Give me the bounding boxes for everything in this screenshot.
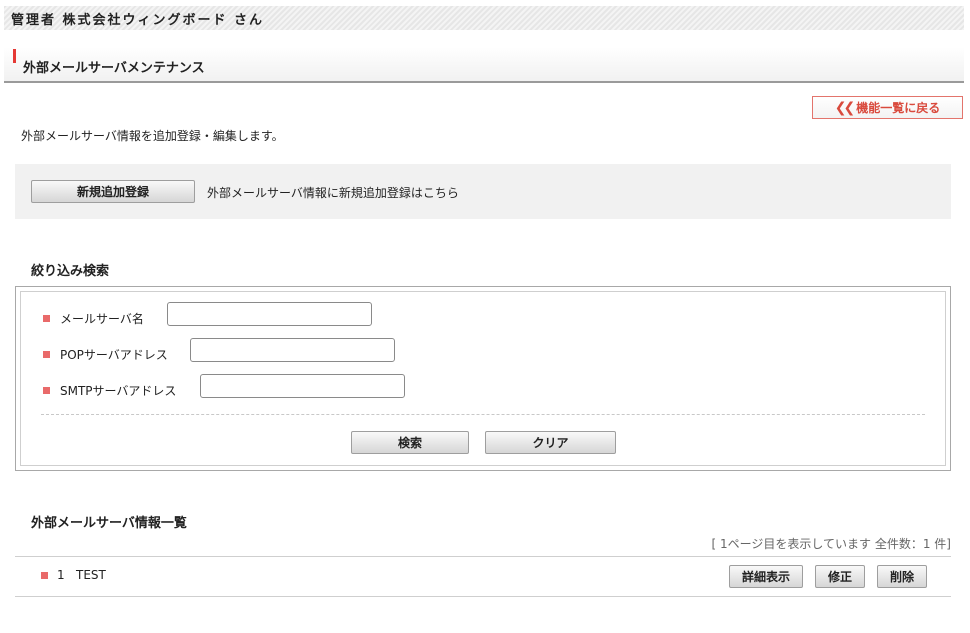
- back-to-menu-button[interactable]: ❮❮ 機能一覧に戻る: [812, 96, 963, 119]
- smtp-server-address-input[interactable]: [200, 374, 405, 398]
- square-bullet-icon: [43, 351, 50, 358]
- field-row-smtp-server-address: SMTPサーバアドレス: [43, 382, 176, 399]
- edit-button[interactable]: 修正: [815, 565, 865, 588]
- search-section-title: 絞り込み検索: [31, 264, 110, 279]
- search-panel-inner: メールサーバ名 POPサーバアドレス SMTPサーバアドレス 検索 クリア: [20, 291, 946, 466]
- search-panel: メールサーバ名 POPサーバアドレス SMTPサーバアドレス 検索 クリア: [15, 286, 951, 471]
- new-registration-button[interactable]: 新規追加登録: [31, 180, 195, 203]
- field-row-mail-server-name: メールサーバ名: [43, 310, 144, 327]
- admin-title: 管理者 株式会社ウィングボード さん: [11, 13, 265, 28]
- new-registration-box: 新規追加登録 外部メールサーバ情報に新規追加登録はこちら: [15, 164, 951, 219]
- list-bottom-divider: [15, 596, 951, 597]
- admin-header-bar: 管理者 株式会社ウィングボード さん: [4, 6, 964, 30]
- mail-server-name-input[interactable]: [167, 302, 372, 326]
- square-bullet-icon: [41, 572, 48, 579]
- field-row-pop-server-address: POPサーバアドレス: [43, 346, 168, 363]
- mail-server-name-label: メールサーバ名: [60, 312, 144, 326]
- title-accent-mark: [13, 49, 16, 63]
- pop-server-address-input[interactable]: [190, 338, 395, 362]
- pop-server-address-label: POPサーバアドレス: [60, 348, 168, 362]
- search-button[interactable]: 検索: [351, 431, 469, 454]
- search-divider: [41, 414, 925, 415]
- list-top-divider: [15, 556, 951, 557]
- back-button-label: 機能一覧に戻る: [856, 101, 941, 115]
- page-title: 外部メールサーバメンテナンス: [23, 61, 205, 76]
- page-header: 外部メールサーバメンテナンス: [4, 47, 964, 83]
- square-bullet-icon: [43, 387, 50, 394]
- smtp-server-address-label: SMTPサーバアドレス: [60, 384, 177, 398]
- list-section-title: 外部メールサーバ情報一覧: [31, 516, 187, 531]
- new-registration-hint: 外部メールサーバ情報に新規追加登録はこちら: [207, 186, 459, 200]
- row-index: 1: [57, 568, 65, 582]
- row-server-name: TEST: [76, 568, 106, 582]
- clear-button[interactable]: クリア: [485, 431, 616, 454]
- double-chevron-left-icon: ❮❮: [834, 99, 856, 116]
- delete-button[interactable]: 削除: [877, 565, 927, 588]
- square-bullet-icon: [43, 315, 50, 322]
- result-count-text: [ 1ページ目を表示しています 全件数：1 件]: [711, 537, 951, 551]
- detail-button[interactable]: 詳細表示: [729, 565, 803, 588]
- page-description: 外部メールサーバ情報を追加登録・編集します。: [21, 129, 284, 143]
